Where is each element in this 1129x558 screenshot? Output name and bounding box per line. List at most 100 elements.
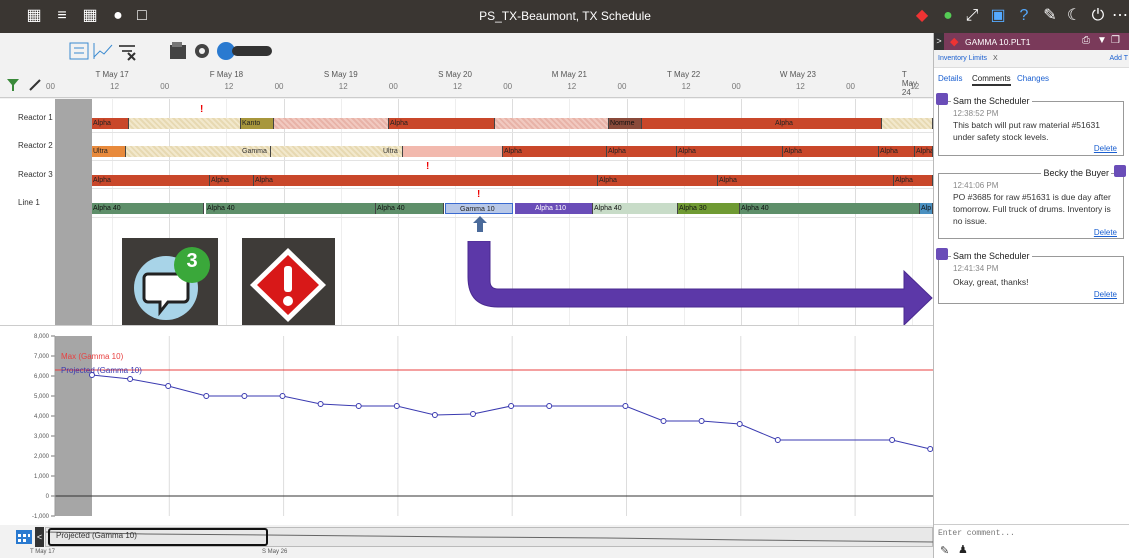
- hour-label: 00: [160, 82, 170, 91]
- warning-marker[interactable]: !: [426, 161, 429, 172]
- attach-icon[interactable]: ✎: [940, 544, 949, 557]
- filter-icon[interactable]: ▼: [1097, 35, 1107, 46]
- comment-text: PO #3685 for raw #51631 is due day after…: [953, 192, 1111, 226]
- more-icon[interactable]: ⋯: [1110, 5, 1129, 27]
- print-icon[interactable]: ⎙: [1082, 35, 1090, 46]
- bookmark-icon[interactable]: □: [132, 5, 152, 27]
- bus-icon[interactable]: ●: [938, 5, 958, 27]
- comment-time: 12:41:06 PM: [953, 181, 999, 190]
- gantt-bar[interactable]: Alpha 30: [678, 203, 740, 214]
- gantt-bar[interactable]: Ultra: [271, 146, 403, 157]
- collapse-panel-button[interactable]: >: [934, 33, 944, 50]
- gantt-bar-selected[interactable]: Gamma 10: [445, 203, 513, 214]
- comment-text: Okay, great, thanks!: [953, 277, 1029, 287]
- alert-icon[interactable]: ◆: [912, 5, 932, 27]
- gantt-bar[interactable]: Ultra: [92, 146, 126, 157]
- moon-icon[interactable]: ☾: [1064, 5, 1084, 27]
- clear-filter-icon[interactable]: [116, 41, 138, 61]
- hour-label: 12: [110, 82, 120, 91]
- hour-label: 12: [224, 82, 234, 91]
- user-avatar-icon: [936, 248, 948, 260]
- calendar-icon[interactable]: [15, 527, 33, 545]
- gantt-bar[interactable]: Gamma: [126, 146, 271, 157]
- gantt-bar[interactable]: Alpha: [718, 175, 894, 186]
- grid-icon[interactable]: ▦: [80, 5, 100, 27]
- gantt-bar[interactable]: [129, 118, 241, 129]
- delete-comment-link[interactable]: Delete: [1094, 228, 1117, 237]
- calendar-icon[interactable]: ▦: [24, 5, 44, 27]
- gantt-bar[interactable]: Alpha: [254, 175, 598, 186]
- subtab-details[interactable]: Details: [938, 74, 962, 83]
- comment-card: Sam the Scheduler 12:41:34 PM Okay, grea…: [936, 248, 1124, 304]
- toggle-switch-icon[interactable]: [216, 41, 274, 61]
- gantt-bar[interactable]: Alpha 40: [92, 203, 204, 214]
- binoculars-icon[interactable]: ●: [108, 5, 128, 27]
- gantt-bar[interactable]: Alpha: [598, 175, 718, 186]
- gantt-bar[interactable]: Nomme: [609, 118, 642, 129]
- report-icon[interactable]: [168, 41, 188, 61]
- gantt-bar[interactable]: Alpha: [894, 175, 933, 186]
- alert-tile[interactable]: [242, 238, 335, 329]
- copy-icon[interactable]: ❐: [1111, 35, 1120, 46]
- tab-inventory-limits[interactable]: Inventory Limits X: [938, 55, 998, 62]
- gantt-bar[interactable]: [274, 118, 389, 129]
- filter-icon[interactable]: [6, 78, 20, 92]
- gantt-bar[interactable]: [495, 118, 609, 129]
- warning-marker[interactable]: !: [200, 104, 203, 115]
- delete-comment-link[interactable]: Delete: [1094, 144, 1117, 153]
- gear-icon[interactable]: [192, 41, 212, 61]
- gantt-bar[interactable]: Alpha: [677, 146, 783, 157]
- gantt-bar[interactable]: Alpha: [503, 146, 607, 157]
- overview-track[interactable]: Projected (Gamma 10): [45, 527, 934, 547]
- gantt-bar[interactable]: Alpha: [879, 146, 915, 157]
- collapse-rows-icon[interactable]: [68, 41, 90, 61]
- subtab-comments[interactable]: Comments: [972, 74, 1011, 86]
- warning-marker[interactable]: !: [477, 189, 480, 200]
- calculator-icon[interactable]: ▣: [988, 5, 1008, 27]
- subtab-changes[interactable]: Changes: [1017, 74, 1049, 83]
- gantt-bar[interactable]: Alpha: [389, 118, 495, 129]
- gantt-bar[interactable]: Alpha 40: [376, 203, 444, 214]
- projected-line: [91, 374, 931, 450]
- side-panel-title: GAMMA 10.PLT1: [965, 37, 1031, 47]
- gantt-bar[interactable]: Alpha 40: [593, 203, 678, 214]
- pencil-icon[interactable]: [28, 78, 42, 92]
- gantt-bar[interactable]: Alpha: [642, 118, 882, 129]
- person-icon[interactable]: ♟: [958, 543, 968, 556]
- comment-count-badge: 3: [186, 250, 198, 272]
- wrench-icon[interactable]: ✎: [1040, 5, 1060, 27]
- past-shading: [55, 99, 92, 325]
- comment-card: Sam the Scheduler 12:38:52 PM This batch…: [936, 93, 1124, 156]
- y-tick-label: 6,000: [34, 374, 50, 380]
- expand-icon[interactable]: ⤢: [962, 5, 982, 27]
- gantt-bar[interactable]: Alpha: [92, 175, 210, 186]
- power-icon[interactable]: ⏻: [1088, 5, 1108, 27]
- gantt-bar[interactable]: Alpha 110: [515, 203, 593, 214]
- gantt-bar[interactable]: Kanto: [241, 118, 274, 129]
- series-label-projected: Projected (Gamma 10): [61, 366, 142, 375]
- schedule-area: T May 17 00 12 F May 18 00 12 S May 19 00 12 S Ma…: [0, 33, 971, 558]
- gantt-bar[interactable]: Alpha: [92, 118, 129, 129]
- comment-author: Sam the Scheduler: [951, 251, 1032, 261]
- gantt-bar[interactable]: Alpha: [783, 146, 879, 157]
- delete-comment-link[interactable]: Delete: [1094, 290, 1117, 299]
- alert-icon: ◆: [950, 36, 959, 48]
- gantt-bar[interactable]: [882, 118, 933, 129]
- indent-icon[interactable]: ≡: [52, 5, 72, 27]
- comment-input[interactable]: [934, 524, 1129, 542]
- gantt-bar[interactable]: Alpha: [607, 146, 677, 157]
- line-chart-icon[interactable]: [92, 41, 114, 61]
- hour-label: 12: [681, 82, 691, 91]
- gantt-bar[interactable]: Alpha: [915, 146, 933, 157]
- gantt-bar[interactable]: Alp: [920, 203, 933, 214]
- gantt-bar[interactable]: Alpha: [210, 175, 254, 186]
- gantt-bar[interactable]: [403, 146, 503, 157]
- gantt-bar[interactable]: Alpha 40: [740, 203, 920, 214]
- help-icon[interactable]: ?: [1014, 5, 1034, 27]
- gantt-bar[interactable]: Alpha 40: [206, 203, 376, 214]
- comment-tile[interactable]: 3: [122, 238, 218, 329]
- data-point: [927, 446, 934, 452]
- add-tab-button[interactable]: Add T: [1109, 55, 1128, 62]
- scroll-left-button[interactable]: <: [35, 527, 44, 547]
- scroller-label: Projected (Gamma 10): [56, 531, 137, 540]
